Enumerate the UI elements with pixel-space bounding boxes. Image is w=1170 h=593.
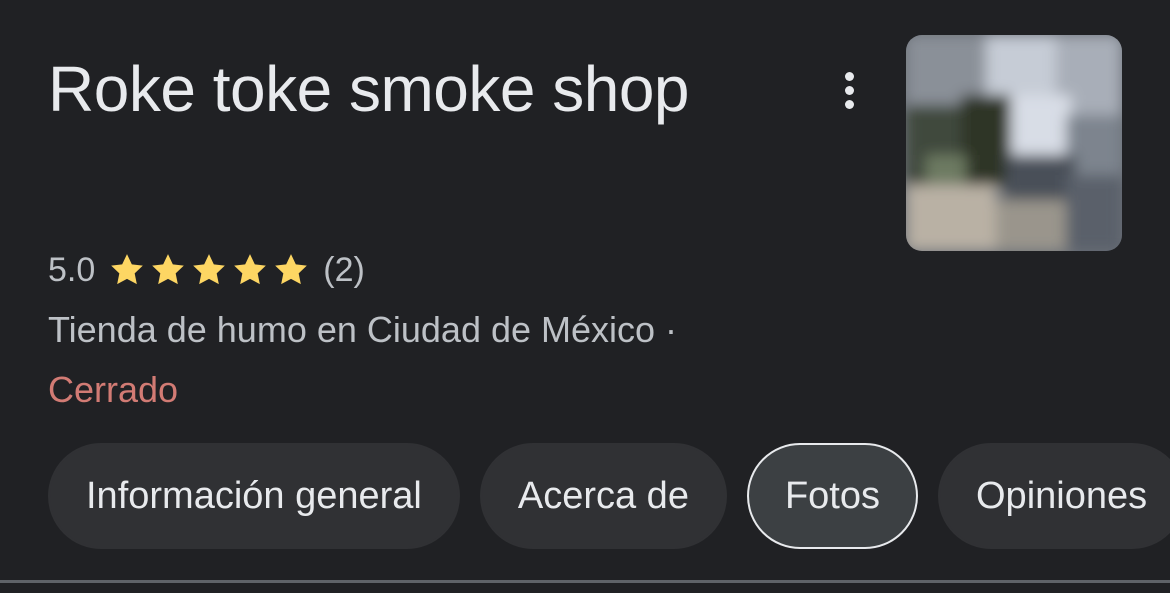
open-status: Cerrado xyxy=(48,369,179,410)
star-icon xyxy=(234,254,267,285)
more-vert-icon xyxy=(844,71,854,81)
more-options-button[interactable] xyxy=(824,62,874,118)
tab-informacion-general[interactable]: Información general xyxy=(48,443,460,549)
rating-stars xyxy=(107,250,311,290)
photo-image xyxy=(906,35,1122,251)
place-category: Tienda de humo en Ciudad de México · xyxy=(48,309,678,350)
rating-row: 5.0 (2) xyxy=(48,248,365,292)
divider xyxy=(0,580,1170,583)
tab-acerca-de[interactable]: Acerca de xyxy=(479,443,727,549)
place-card: Roke toke smoke shop 5.0 (2) Tienda de h… xyxy=(0,0,1170,593)
star-icon xyxy=(275,254,308,285)
tab-chips: Información general Acerca de Fotos Opin… xyxy=(48,443,1170,551)
tab-fotos[interactable]: Fotos xyxy=(746,443,918,549)
place-title: Roke toke smoke shop xyxy=(48,53,690,125)
star-icon xyxy=(193,254,226,285)
review-count[interactable]: (2) xyxy=(323,251,365,290)
star-icon xyxy=(111,254,144,285)
rating-score: 5.0 xyxy=(48,250,96,289)
star-icon xyxy=(152,254,185,285)
place-photo-thumbnail[interactable] xyxy=(906,35,1122,251)
tab-opiniones[interactable]: Opiniones xyxy=(938,443,1170,549)
